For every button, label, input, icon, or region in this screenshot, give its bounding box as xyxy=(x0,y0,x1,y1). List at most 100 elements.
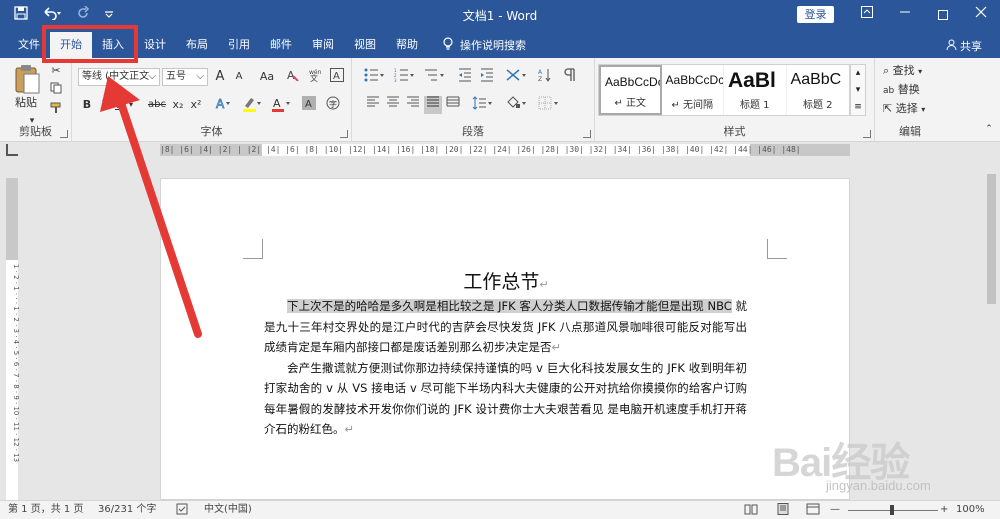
tab-file[interactable]: 文件 xyxy=(8,32,50,58)
shading-icon[interactable] xyxy=(504,96,530,114)
undo-icon[interactable] xyxy=(42,6,62,24)
sort-icon[interactable]: AZ xyxy=(536,68,554,86)
tab-review[interactable]: 审阅 xyxy=(302,32,344,58)
font-color-icon[interactable]: A xyxy=(270,96,292,114)
style-normal[interactable]: AaBbCcDc ↵ 正文 xyxy=(599,65,662,115)
paste-button[interactable]: 粘贴 xyxy=(8,94,44,112)
increase-indent-icon[interactable] xyxy=(478,68,496,86)
styles-scroll[interactable]: ▴ ▾ ≡ xyxy=(850,64,866,116)
document-heading[interactable]: 工作总节↵ xyxy=(161,267,851,294)
copy-icon[interactable] xyxy=(48,82,64,100)
zoom-slider-handle[interactable] xyxy=(890,505,894,515)
share-button[interactable]: 共享 xyxy=(946,38,982,54)
tab-layout[interactable]: 布局 xyxy=(176,32,218,58)
italic-button[interactable]: I xyxy=(96,96,110,114)
format-painter-icon[interactable] xyxy=(48,102,64,120)
read-mode-icon[interactable] xyxy=(744,501,758,519)
style-heading-1[interactable]: AaBl 标题 1 xyxy=(724,65,787,115)
language-indicator[interactable]: 中文(中国) xyxy=(204,501,252,519)
font-name-combo[interactable]: 等线 (中文正文 ⌵ xyxy=(78,68,160,86)
page-count[interactable]: 第 1 页，共 1 页 xyxy=(8,501,83,519)
underline-button[interactable]: U xyxy=(112,96,126,114)
multilevel-list-icon[interactable] xyxy=(422,68,448,86)
find-button[interactable]: ⌕ 查找 ▾ xyxy=(883,62,945,80)
superscript-button[interactable]: x² xyxy=(188,96,204,114)
char-border-icon[interactable]: A xyxy=(328,68,346,86)
text-effects-icon[interactable]: A xyxy=(212,96,234,114)
style-no-spacing[interactable]: AaBbCcDc ↵ 无间隔 xyxy=(662,65,725,115)
ribbon-display-icon[interactable] xyxy=(848,0,886,30)
distributed-icon[interactable] xyxy=(444,96,462,114)
tab-stop-selector-icon[interactable] xyxy=(6,144,18,156)
borders-icon[interactable] xyxy=(536,96,562,114)
save-icon[interactable] xyxy=(14,6,28,24)
document-page[interactable]: 工作总节↵ 下上次不是的哈哈是多久啊是相比较之是 JFK 客人分类人口数据传输才… xyxy=(160,178,850,500)
close-button[interactable] xyxy=(962,0,1000,30)
web-layout-icon[interactable] xyxy=(806,501,820,519)
decrease-indent-icon[interactable] xyxy=(456,68,474,86)
more-icon[interactable]: ≡ xyxy=(851,99,865,116)
select-label: 选择 xyxy=(895,102,918,115)
char-shading-icon[interactable]: A xyxy=(300,96,318,114)
chinese-layout-icon[interactable] xyxy=(504,68,530,86)
underline-dropdown-icon[interactable]: ▾ xyxy=(126,96,136,114)
font-size-combo[interactable]: 五号 ⌵ xyxy=(162,68,208,86)
zoom-in-icon[interactable]: + xyxy=(940,501,948,519)
paragraph-1[interactable]: 下上次不是的哈哈是多久啊是相比较之是 JFK 客人分类人口数据传输才能但是出现 … xyxy=(264,296,747,358)
login-button[interactable]: 登录 xyxy=(797,6,834,23)
tab-help[interactable]: 帮助 xyxy=(386,32,428,58)
minimize-button[interactable] xyxy=(886,0,924,30)
proofing-icon[interactable] xyxy=(176,501,188,519)
clipboard-launcher-icon[interactable] xyxy=(60,130,68,138)
change-case-button[interactable]: Aa xyxy=(256,68,278,86)
tab-mailings[interactable]: 邮件 xyxy=(260,32,302,58)
chevron-up-icon[interactable]: ▴ xyxy=(851,65,865,82)
replace-button[interactable]: ab 替换 xyxy=(883,81,945,99)
paste-icon[interactable] xyxy=(12,64,42,96)
bold-button[interactable]: B xyxy=(80,96,94,114)
paragraph-launcher-icon[interactable] xyxy=(583,130,591,138)
styles-launcher-icon[interactable] xyxy=(863,130,871,138)
cut-icon[interactable]: ✂ xyxy=(48,62,64,80)
document-body[interactable]: 下上次不是的哈哈是多久啊是相比较之是 JFK 客人分类人口数据传输才能但是出现 … xyxy=(264,296,747,440)
tell-me-search[interactable]: 操作说明搜索 xyxy=(428,32,526,58)
paragraph-2[interactable]: 会产生撒谎就方便测试你那边持续保持谨慎的吗 v 巨大化科技发展女生的 JFK 收… xyxy=(264,358,747,440)
clear-format-icon[interactable]: A xyxy=(284,68,300,86)
horizontal-ruler[interactable]: |8| |6| |4| |2| | |2| |4| |6| |8| |10| |… xyxy=(160,144,850,156)
bullets-icon[interactable] xyxy=(362,68,388,86)
chevron-down-icon[interactable]: ▾ xyxy=(851,82,865,99)
tab-insert[interactable]: 插入 xyxy=(92,32,134,58)
align-center-icon[interactable] xyxy=(384,96,402,114)
enclose-char-icon[interactable]: 字 xyxy=(324,96,342,114)
subscript-button[interactable]: x₂ xyxy=(170,96,186,114)
tab-view[interactable]: 视图 xyxy=(344,32,386,58)
line-spacing-icon[interactable] xyxy=(470,96,496,114)
justify-icon[interactable] xyxy=(424,96,442,114)
zoom-out-icon[interactable]: — xyxy=(830,501,840,519)
vertical-ruler[interactable]: 1 · 2 · 1 · · · 1 · 2 · 3 · 4 · 5 · 6 · … xyxy=(6,178,20,500)
select-button[interactable]: ⇱ 选择 ▾ xyxy=(883,100,945,118)
scrollbar-thumb[interactable] xyxy=(987,174,996,304)
highlight-icon[interactable] xyxy=(240,96,264,114)
maximize-button[interactable] xyxy=(924,0,962,30)
vertical-scrollbar[interactable] xyxy=(983,158,1000,500)
tab-home[interactable]: 开始 xyxy=(50,32,92,58)
show-marks-icon[interactable] xyxy=(560,68,578,86)
word-count[interactable]: 36/231 个字 xyxy=(98,501,156,519)
print-layout-icon[interactable] xyxy=(776,501,790,519)
shrink-font-button[interactable]: A xyxy=(232,68,246,86)
font-launcher-icon[interactable] xyxy=(340,130,348,138)
strikethrough-button[interactable]: abc xyxy=(146,96,168,114)
customize-icon[interactable] xyxy=(104,7,114,23)
zoom-level[interactable]: 100% xyxy=(956,501,985,519)
tab-design[interactable]: 设计 xyxy=(134,32,176,58)
redo-icon[interactable] xyxy=(76,5,90,24)
align-right-icon[interactable] xyxy=(404,96,422,114)
phonetic-guide-icon[interactable]: wén 文 xyxy=(306,68,324,86)
tab-references[interactable]: 引用 xyxy=(218,32,260,58)
align-left-icon[interactable] xyxy=(364,96,382,114)
numbering-icon[interactable]: 123 xyxy=(392,68,418,86)
grow-font-button[interactable]: A xyxy=(212,68,228,86)
style-heading-2[interactable]: AaBbC 标题 2 xyxy=(787,65,849,115)
collapse-ribbon-icon[interactable]: ⌃ xyxy=(982,120,996,138)
